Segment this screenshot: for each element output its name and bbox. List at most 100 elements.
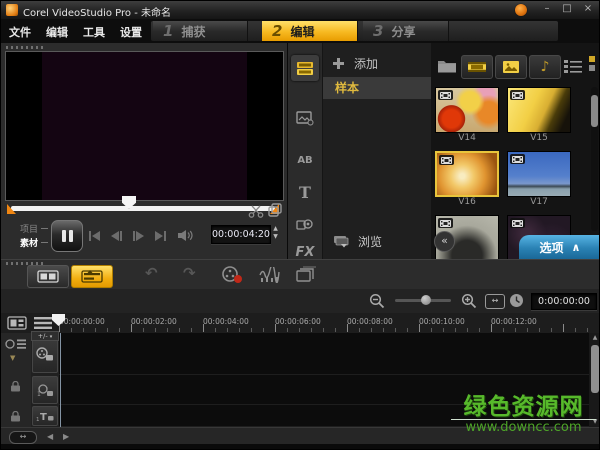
pause-button[interactable] xyxy=(51,220,83,252)
zoom-out-icon[interactable] xyxy=(369,293,385,309)
library-scrollbar[interactable] xyxy=(591,87,598,231)
app-logo-icon xyxy=(6,4,18,16)
ruler-label: 00:00:04:00 xyxy=(203,317,249,326)
track-lock-icon[interactable] xyxy=(9,411,22,422)
enlarge-preview-icon[interactable] xyxy=(268,203,282,217)
clip-mode-label[interactable]: 素材 xyxy=(20,236,38,249)
overlay-track-button[interactable]: 1 xyxy=(32,376,58,404)
sound-mixer-icon[interactable] xyxy=(259,267,283,283)
trim-start-handle[interactable] xyxy=(7,204,16,214)
menu-settings[interactable]: 设置 xyxy=(120,24,142,40)
tab-share[interactable]: 3 分享 xyxy=(363,21,449,41)
ruler-label: 00:00:12:00 xyxy=(491,317,537,326)
track-list-icon[interactable] xyxy=(33,316,53,330)
maximize-button[interactable]: □ xyxy=(559,2,575,16)
ruler-label: 00:00:02:00 xyxy=(131,317,177,326)
storyboard-view-button[interactable] xyxy=(27,265,69,288)
thumbnail-v15[interactable] xyxy=(507,87,571,133)
timeline-timecode[interactable]: 0:00:00:00 xyxy=(531,293,597,310)
svg-text:1: 1 xyxy=(36,417,40,422)
add-gallery-button[interactable]: 添加 xyxy=(333,55,378,72)
thumbnail-v16[interactable] xyxy=(435,151,499,197)
gallery-item-sample[interactable]: 样本 xyxy=(323,77,431,99)
thumbnail-label: V14 xyxy=(458,133,476,143)
menu-tools[interactable]: 工具 xyxy=(83,24,105,40)
filter-audio-button[interactable]: ♪ xyxy=(529,55,561,79)
folder-icon[interactable] xyxy=(437,58,457,74)
step-tab-strip: 1 捕获 2 编辑 3 分享 xyxy=(151,21,558,41)
thumbnail-v14[interactable] xyxy=(435,87,499,133)
panel-grip[interactable] xyxy=(6,46,44,49)
volume-icon[interactable] xyxy=(177,229,194,242)
thumbnail-label: V15 xyxy=(530,133,548,143)
browse-icon xyxy=(334,236,349,248)
preview-timecode[interactable]: 00:00:04:20 xyxy=(211,225,271,244)
filter-photo-button[interactable] xyxy=(495,55,527,79)
track-left-strip: ▼ xyxy=(1,333,32,427)
instant-project-icon[interactable] xyxy=(295,266,317,283)
dropdown-arrow-icon: ▾ xyxy=(49,334,53,340)
tab-capture[interactable]: 1 捕获 xyxy=(153,21,248,41)
spinner-up-icon[interactable]: ▲ xyxy=(271,225,280,233)
options-button[interactable]: 选项 ∧ xyxy=(519,235,599,259)
project-mode-tick xyxy=(41,228,49,229)
fit-project-icon[interactable]: ↔ xyxy=(485,294,505,309)
scroll-right-icon[interactable]: ▶ xyxy=(63,432,69,441)
timeline-scroll-button[interactable]: ↔ xyxy=(9,431,37,444)
preview-video-frame xyxy=(5,51,284,201)
timeline-view-button[interactable] xyxy=(71,265,113,288)
title-track-button[interactable]: T 1 xyxy=(32,406,58,426)
sort-view-icon[interactable] xyxy=(588,55,596,73)
previous-frame-button[interactable] xyxy=(111,229,122,243)
track-dropdown-icon[interactable]: ▼ xyxy=(10,354,15,362)
overlay-track-icon: 1 xyxy=(37,383,53,397)
video-clip-badge-icon xyxy=(510,154,525,164)
video-track-icon xyxy=(36,347,53,361)
tab-edit[interactable]: 2 编辑 xyxy=(262,21,358,41)
options-chevron-icon: ∧ xyxy=(571,240,581,254)
undo-button[interactable]: ↶ xyxy=(145,264,158,282)
filter-video-button[interactable] xyxy=(461,55,493,79)
timeline-ruler[interactable]: 00:00:00:00 00:00:02:00 00:00:04:00 00:0… xyxy=(1,313,599,334)
close-button[interactable]: × xyxy=(580,2,596,16)
ruler-label: 00:00:06:00 xyxy=(275,317,321,326)
zoom-in-icon[interactable] xyxy=(461,293,477,309)
menu-edit[interactable]: 编辑 xyxy=(46,24,68,40)
ruler-label: 00:00:00:00 xyxy=(59,317,105,326)
project-mode-label[interactable]: 项目 xyxy=(20,222,38,235)
go-to-end-button[interactable] xyxy=(155,229,166,243)
scroll-up-icon[interactable]: ▲ xyxy=(589,333,599,343)
timeline-zoom-handle[interactable] xyxy=(421,295,431,305)
nav-transitions-icon[interactable]: AB xyxy=(291,147,319,173)
spinner-down-icon[interactable]: ▼ xyxy=(271,233,280,241)
collapse-library-button[interactable]: « xyxy=(434,231,455,252)
track-lock-icon[interactable] xyxy=(9,381,22,392)
list-view-icon[interactable] xyxy=(563,59,583,73)
title-bar: Corel VideoStudio Pro - 未命名 – □ × xyxy=(1,1,599,20)
duration-clock-icon[interactable] xyxy=(509,293,524,308)
nav-titles-icon[interactable]: T xyxy=(291,179,319,205)
library-scrollbar-thumb[interactable] xyxy=(591,95,598,127)
menu-file[interactable]: 文件 xyxy=(9,24,31,40)
thumbnail-v17[interactable] xyxy=(507,151,571,197)
zoom-row: ↔ 0:00:00:00 xyxy=(1,289,599,314)
add-remove-chapter-button[interactable]: +/- ▾ xyxy=(31,331,59,341)
redo-button[interactable]: ↷ xyxy=(183,264,196,282)
nav-instant-project-icon[interactable] xyxy=(291,105,319,131)
video-track-row[interactable] xyxy=(59,333,589,375)
corel-badge-icon[interactable] xyxy=(515,4,527,16)
minimize-button[interactable]: – xyxy=(539,2,555,16)
scroll-left-icon[interactable]: ◀ xyxy=(47,432,53,441)
timeline-scrollbar-thumb[interactable] xyxy=(591,345,599,393)
record-capture-icon[interactable] xyxy=(221,266,243,284)
timecode-spinner[interactable]: ▲ ▼ xyxy=(271,225,280,242)
trim-bar[interactable] xyxy=(11,206,275,211)
track-manager-icon[interactable] xyxy=(5,338,27,350)
browse-button[interactable]: 浏览 xyxy=(333,233,382,250)
nav-media-icon[interactable] xyxy=(291,55,319,81)
nav-graphics-icon[interactable] xyxy=(291,211,319,237)
track-view-icon[interactable] xyxy=(7,316,27,330)
go-to-start-button[interactable] xyxy=(89,229,100,243)
next-frame-button[interactable] xyxy=(133,229,144,243)
split-clip-icon[interactable] xyxy=(248,205,264,218)
